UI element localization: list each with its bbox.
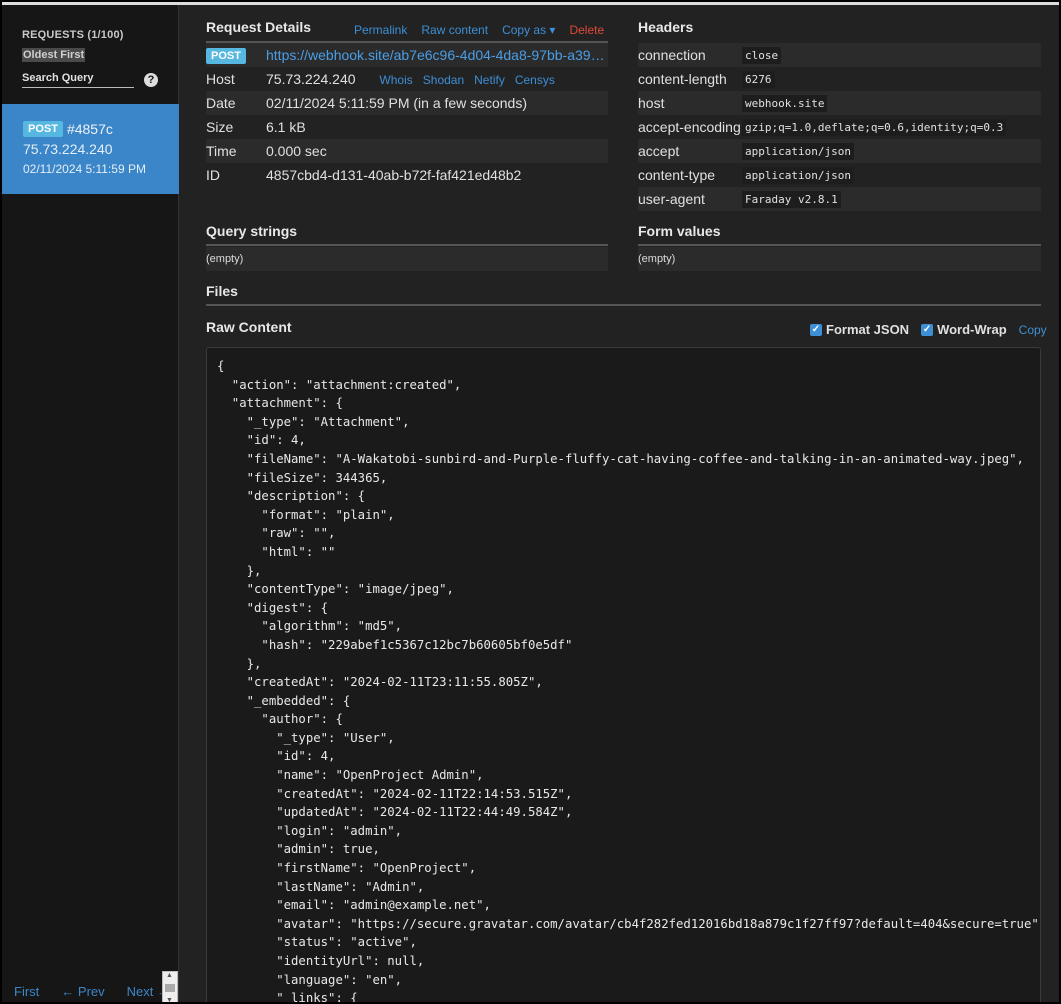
url-method-badge: POST [206, 48, 246, 64]
word-wrap-label: Word-Wrap [937, 322, 1007, 337]
censys-link[interactable]: Censys [515, 73, 555, 87]
raw-content-box[interactable]: { "action": "attachment:created", "attac… [206, 347, 1041, 1002]
header-row: content-type application/json [638, 163, 1041, 187]
header-row: content-length 6276 [638, 67, 1041, 91]
header-value: webhook.site [742, 94, 828, 112]
host-value: 75.73.224.240 [266, 71, 356, 87]
time-value: 0.000 sec [266, 143, 327, 159]
header-row: accept-encoding gzip;q=1.0,deflate;q=0.6… [638, 115, 1041, 139]
format-json-toggle[interactable]: ✓ Format JSON [810, 322, 909, 337]
files-divider [206, 304, 1041, 306]
copy-raw-link[interactable]: Copy [1019, 323, 1047, 337]
format-json-label: Format JSON [826, 322, 910, 337]
header-key: connection [638, 47, 706, 63]
query-strings-heading: Query strings [206, 223, 298, 239]
header-value: 6276 [742, 70, 775, 88]
help-icon[interactable]: ? [144, 73, 158, 87]
pagination: First ← Prev Next → [14, 984, 170, 999]
raw-json-content: { "action": "attachment:created", "attac… [217, 359, 1041, 1002]
query-strings-empty: (empty) [206, 247, 608, 271]
sidebar-scrollbar[interactable]: ▲ ▼ [162, 971, 178, 1002]
scroll-up-arrow-icon[interactable]: ▲ [166, 972, 173, 979]
header-value: close [742, 46, 782, 64]
header-value: application/json [742, 142, 854, 160]
header-row: user-agent Faraday v2.8.1 [638, 187, 1041, 211]
size-value: 6.1 kB [266, 119, 306, 135]
prev-page-link[interactable]: ← Prev [61, 984, 104, 999]
form-divider [638, 244, 1041, 246]
shodan-link[interactable]: Shodan [423, 73, 464, 87]
request-list-item[interactable]: POST #4857c 75.73.224.240 02/11/2024 5:1… [2, 104, 179, 194]
header-value: application/json [742, 166, 854, 184]
word-wrap-checkbox[interactable]: ✓ [921, 323, 934, 336]
sort-order-toggle[interactable]: Oldest First [22, 48, 86, 62]
header-key: user-agent [638, 191, 705, 207]
request-short-id: #4857c [66, 121, 113, 137]
app-frame: REQUESTS (1/100) Oldest First ? POST #48… [2, 2, 1059, 1002]
format-json-checkbox[interactable]: ✓ [810, 323, 822, 336]
form-values-heading: Form values [638, 223, 721, 239]
permalink-link[interactable]: Permalink [354, 23, 407, 37]
headers-table: connection close content-length 6276 hos… [638, 43, 1041, 211]
raw-content-heading: Raw Content [206, 319, 292, 335]
word-wrap-toggle[interactable]: ✓ Word-Wrap [921, 322, 1007, 337]
header-row: host webhook.site [638, 91, 1041, 115]
header-key: accept-encoding [638, 119, 741, 135]
header-key: accept [638, 143, 680, 159]
scroll-thumb[interactable] [165, 984, 175, 992]
header-row: accept application/json [638, 139, 1041, 163]
id-row: ID 4857cbd4-d131-40ab-b72f-faf421ed48b2 [206, 163, 608, 187]
delete-link[interactable]: Delete [569, 23, 604, 37]
form-values-empty: (empty) [638, 247, 1041, 271]
netify-link[interactable]: Netify [474, 73, 505, 87]
date-row: Date 02/11/2024 5:11:59 PM (in a few sec… [206, 91, 608, 115]
date-label: Date [206, 95, 236, 111]
header-key: host [638, 95, 665, 111]
header-row: connection close [638, 43, 1041, 67]
copy-as-dropdown[interactable]: Copy as ▾ [502, 23, 555, 37]
headers-heading: Headers [638, 19, 694, 35]
raw-content-controls: ✓ Format JSON ✓ Word-Wrap Copy [810, 322, 1047, 337]
files-heading: Files [206, 283, 238, 299]
time-label: Time [206, 143, 237, 159]
header-value: gzip;q=1.0,deflate;q=0.6,identity;q=0.3 [742, 118, 1007, 136]
request-url-link[interactable]: https://webhook.site/ab7e6c96-4d04-4da8-… [266, 47, 608, 63]
requests-count-title: REQUESTS (1/100) [22, 29, 124, 41]
size-label: Size [206, 119, 234, 135]
request-details-heading: Request Details [206, 19, 312, 35]
header-value: Faraday v2.8.1 [742, 190, 841, 208]
main-panel: Request Details Permalink Raw content Co… [180, 5, 1059, 1002]
time-row: Time 0.000 sec [206, 139, 608, 163]
search-query-input[interactable] [22, 69, 134, 88]
request-ip: 75.73.224.240 [23, 141, 113, 157]
whois-link[interactable]: Whois [379, 73, 412, 87]
id-label: ID [206, 167, 220, 183]
first-page-link[interactable]: First [14, 984, 39, 999]
sidebar: REQUESTS (1/100) Oldest First ? POST #48… [2, 5, 179, 1002]
raw-content-link[interactable]: Raw content [421, 23, 488, 37]
request-date: 02/11/2024 5:11:59 PM [23, 162, 146, 176]
header-key: content-type [638, 167, 716, 183]
host-row: Host 75.73.224.240 Whois Shodan Netify C… [206, 67, 608, 91]
url-row: POST https://webhook.site/ab7e6c96-4d04-… [206, 43, 608, 67]
date-value: 02/11/2024 5:11:59 PM (in a few seconds) [266, 95, 527, 111]
scroll-down-arrow-icon[interactable]: ▼ [166, 997, 173, 1002]
query-divider [206, 244, 608, 246]
method-badge: POST [23, 121, 63, 137]
id-value: 4857cbd4-d131-40ab-b72f-faf421ed48b2 [266, 167, 522, 183]
header-key: content-length [638, 71, 727, 87]
request-actions: Permalink Raw content Copy as ▾ Delete [354, 23, 604, 37]
size-row: Size 6.1 kB [206, 115, 608, 139]
host-label: Host [206, 71, 235, 87]
request-details-table: POST https://webhook.site/ab7e6c96-4d04-… [206, 43, 608, 187]
